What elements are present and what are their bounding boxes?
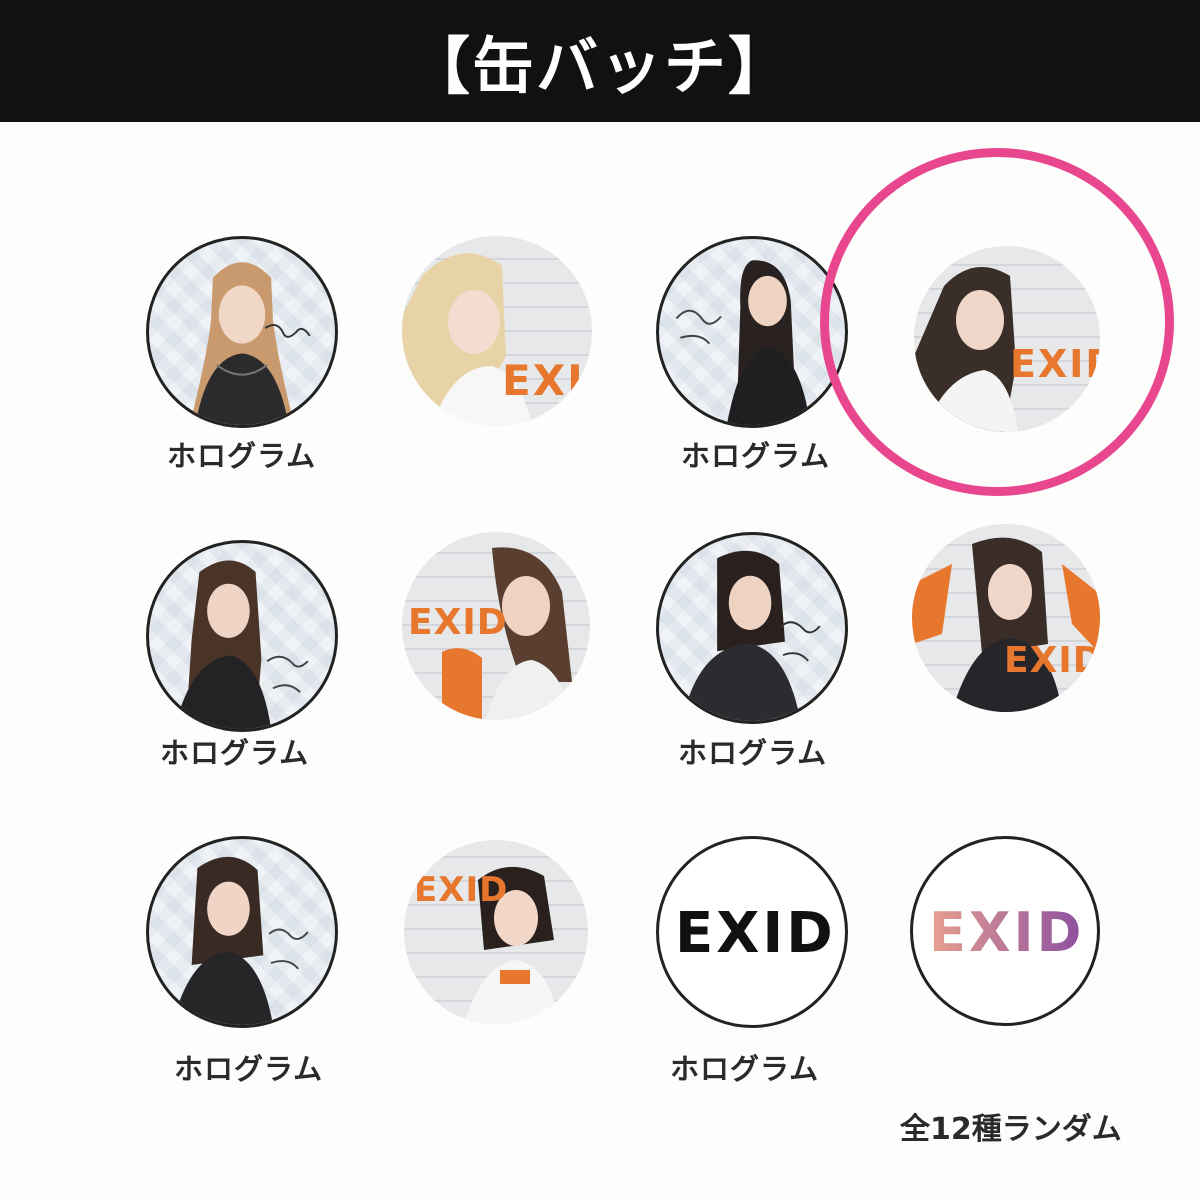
header-title: 【缶バッチ】 <box>407 30 792 103</box>
exid-logo: EXID <box>408 602 508 643</box>
member-photo <box>464 866 560 1024</box>
member-photo <box>172 856 309 1025</box>
badge-9 <box>146 836 338 1028</box>
badge-caption: ホログラム <box>678 736 828 770</box>
exid-logo: EXID <box>502 356 592 405</box>
badge-10: EXID <box>404 840 588 1024</box>
highlight-circle <box>820 148 1174 496</box>
badge-3 <box>656 236 848 428</box>
exid-logo: EXID <box>675 901 836 966</box>
badge-caption: ホログラム <box>174 1052 324 1086</box>
badge-6: EXID <box>402 532 590 720</box>
badge-8: EXID <box>912 524 1100 712</box>
exid-logo: EXID <box>929 901 1085 964</box>
badge-caption: ホログラム <box>681 439 831 473</box>
badge-caption: ホログラム <box>167 439 317 473</box>
badge-12: EXID <box>910 836 1100 1026</box>
member-photo <box>174 560 309 729</box>
badge-2: EXID <box>402 236 592 426</box>
member-photo <box>682 550 821 721</box>
badge-caption: ホログラム <box>160 736 310 770</box>
badge-7 <box>656 532 848 724</box>
badge-caption: ホログラム <box>670 1052 820 1086</box>
badge-1 <box>146 236 338 428</box>
member-photo <box>675 260 811 425</box>
badge-5 <box>146 540 338 732</box>
member-photo <box>912 537 1100 712</box>
badge-11: EXID <box>656 836 848 1028</box>
page-header: 【缶バッチ】 <box>0 0 1200 122</box>
member-photo <box>189 262 311 425</box>
exid-logo: EXID <box>1004 640 1100 681</box>
footnote-random: 全12種ランダム <box>900 1112 1122 1147</box>
exid-logo: EXID <box>414 870 509 910</box>
